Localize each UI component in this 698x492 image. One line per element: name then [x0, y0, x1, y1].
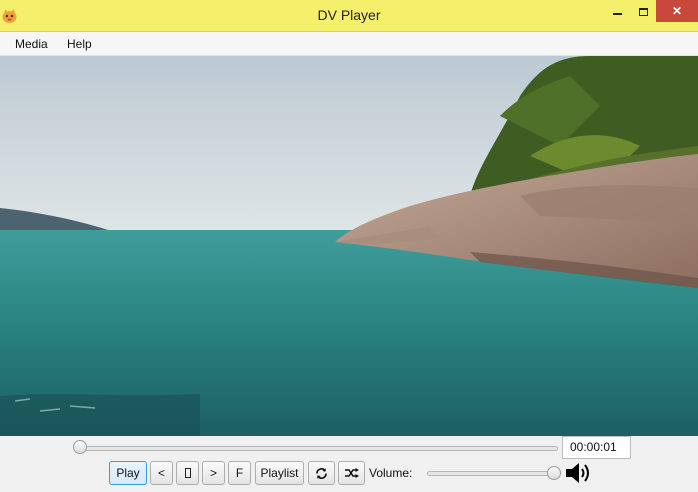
playlist-button[interactable]: Playlist — [255, 461, 304, 485]
video-frame[interactable] — [0, 56, 698, 436]
time-display: 00:00:01 — [562, 436, 631, 459]
control-panel: 00:00:01 Play < > F Playlist Volume: — [0, 436, 698, 492]
stop-button[interactable] — [176, 461, 199, 485]
shuffle-button[interactable] — [338, 461, 365, 485]
seek-bar[interactable] — [80, 446, 558, 451]
close-button[interactable]: ✕ — [656, 0, 698, 22]
fullscreen-button[interactable]: F — [228, 461, 251, 485]
repeat-button[interactable] — [308, 461, 335, 485]
seek-thumb[interactable] — [73, 440, 87, 454]
volume-slider[interactable] — [427, 471, 558, 476]
stop-icon — [184, 467, 191, 478]
window-title: DV Player — [317, 7, 381, 23]
menu-help[interactable]: Help — [67, 37, 92, 51]
minimize-button[interactable] — [605, 0, 631, 24]
next-button[interactable]: > — [202, 461, 225, 485]
volume-label: Volume: — [369, 466, 413, 480]
repeat-icon — [316, 468, 327, 479]
speaker-volume-icon[interactable] — [564, 460, 592, 486]
close-icon: ✕ — [671, 4, 683, 18]
play-button[interactable]: Play — [109, 461, 147, 485]
previous-button[interactable]: < — [150, 461, 173, 485]
minimize-icon — [613, 13, 622, 15]
volume-thumb[interactable] — [547, 466, 562, 480]
shuffle-icon — [344, 468, 359, 478]
maximize-button[interactable] — [631, 0, 657, 24]
menu-bar: Media Help — [0, 32, 698, 56]
maximize-icon — [639, 8, 648, 16]
video-image — [0, 56, 698, 436]
title-bar: DV Player ✕ — [0, 0, 698, 32]
menu-media[interactable]: Media — [15, 37, 48, 51]
